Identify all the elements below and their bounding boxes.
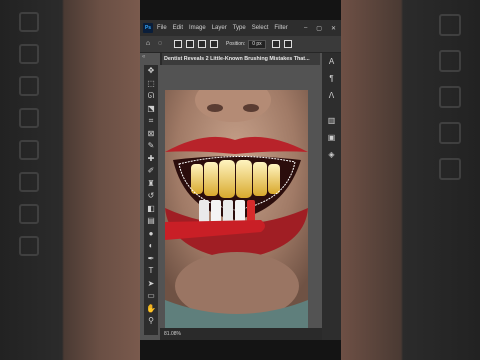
crop-tool-icon[interactable]: ⌗ [144, 115, 158, 128]
ghost-tool [439, 86, 461, 108]
ghost-tool [19, 12, 39, 32]
object-select-tool-icon[interactable]: ⬔ [144, 103, 158, 116]
ghost-tool [19, 172, 39, 192]
pen-tool-icon[interactable]: ✒ [144, 253, 158, 266]
path-select-icon[interactable]: ➤ [144, 278, 158, 291]
document-canvas[interactable] [165, 90, 308, 328]
background-blur-left [0, 0, 140, 360]
ghost-tool [19, 76, 39, 96]
new-selection-icon[interactable] [174, 40, 182, 48]
lasso-preset-icon[interactable]: ◌ [156, 40, 164, 48]
toolbox: ✥ ⬚ ᘏ ⬔ ⌗ ⊠ ✎ ✚ ✐ ♜ ↺ ◧ ▤ ● ◐ ✒ T ➤ ▭ ✋ ⚲ [144, 65, 158, 335]
collapse-left-icon[interactable]: « [142, 54, 145, 60]
canvas-artwork [165, 90, 308, 328]
tooth [268, 164, 280, 194]
window-controls: – ▢ ✕ [304, 25, 336, 32]
ghost-tool [439, 50, 461, 72]
paragraph-panel-icon[interactable]: ¶ [322, 70, 341, 87]
ghost-tool [439, 158, 461, 180]
intersect-selection-icon[interactable] [210, 40, 218, 48]
maximize-button[interactable]: ▢ [316, 25, 322, 32]
healing-brush-icon[interactable]: ✚ [144, 153, 158, 166]
position-label: Position: [226, 41, 246, 47]
home-icon[interactable]: ⌂ [144, 40, 152, 48]
feather-icon[interactable] [271, 40, 280, 48]
ghost-tool [19, 108, 39, 128]
anti-alias-icon[interactable] [283, 40, 292, 48]
nostril-right [243, 104, 259, 112]
eyedropper-tool-icon[interactable]: ✎ [144, 140, 158, 153]
document-tab-bar: Dentist Reveals 2 Little-Known Brushing … [160, 53, 320, 65]
zoom-level: 81.08% [164, 331, 181, 337]
blur-tool-icon[interactable]: ● [144, 228, 158, 241]
menu-image[interactable]: Image [189, 25, 206, 31]
frame-tool-icon[interactable]: ⊠ [144, 128, 158, 141]
glyphs-panel-icon[interactable]: ꓥ [322, 87, 341, 104]
hand-tool-icon[interactable]: ✋ [144, 303, 158, 316]
nostril-left [207, 104, 223, 112]
ghost-toolbar-left [12, 0, 46, 268]
tooth [191, 164, 203, 194]
background-blur-right [341, 0, 480, 360]
ghost-panel-right [430, 0, 470, 194]
photoshop-window: Ps File Edit Image Layer Type Select Fil… [140, 20, 341, 340]
move-tool-icon[interactable]: ✥ [144, 65, 158, 78]
app-logo-icon: Ps [143, 23, 153, 33]
options-bar: ⌂ ◌ Position: 0 px [140, 36, 341, 53]
right-panel-dock: A ¶ ꓥ ▥ ▣ ◈ [322, 53, 341, 340]
ghost-tool [19, 140, 39, 160]
tooth [253, 162, 267, 196]
menu-select[interactable]: Select [252, 25, 269, 31]
lasso-tool-icon[interactable]: ᘏ [144, 90, 158, 103]
ghost-tool [439, 14, 461, 36]
libraries-panel-icon[interactable]: ▥ [322, 112, 341, 129]
status-bar: 81.08% [160, 328, 322, 340]
tooth [219, 160, 235, 198]
dodge-tool-icon[interactable]: ◐ [144, 240, 158, 253]
brush-tool-icon[interactable]: ✐ [144, 165, 158, 178]
ghost-tool [439, 122, 461, 144]
position-input[interactable]: 0 px [248, 39, 266, 49]
minimize-button[interactable]: – [304, 25, 307, 32]
tooth [204, 162, 218, 196]
properties-panel-icon[interactable]: ▣ [322, 129, 341, 146]
ghost-tool [19, 236, 39, 256]
menu-file[interactable]: File [157, 25, 167, 31]
ghost-tool [19, 44, 39, 64]
menu-type[interactable]: Type [233, 25, 246, 31]
menu-bar: Ps File Edit Image Layer Type Select Fil… [140, 20, 341, 36]
clone-stamp-icon[interactable]: ♜ [144, 178, 158, 191]
shape-tool-icon[interactable]: ▭ [144, 290, 158, 303]
marquee-tool-icon[interactable]: ⬚ [144, 78, 158, 91]
menu-layer[interactable]: Layer [212, 25, 227, 31]
zoom-tool-icon[interactable]: ⚲ [144, 315, 158, 328]
history-brush-icon[interactable]: ↺ [144, 190, 158, 203]
menu-edit[interactable]: Edit [173, 25, 183, 31]
eraser-tool-icon[interactable]: ◧ [144, 203, 158, 216]
add-selection-icon[interactable] [186, 40, 194, 48]
tooth [236, 160, 252, 198]
type-tool-icon[interactable]: T [144, 265, 158, 278]
menu-filter[interactable]: Filter [274, 25, 287, 31]
layers-panel-icon[interactable]: ◈ [322, 146, 341, 163]
subtract-selection-icon[interactable] [198, 40, 206, 48]
document-tab[interactable]: Dentist Reveals 2 Little-Known Brushing … [162, 53, 320, 65]
ghost-tool [19, 204, 39, 224]
gradient-tool-icon[interactable]: ▤ [144, 215, 158, 228]
close-button[interactable]: ✕ [331, 25, 336, 32]
character-panel-icon[interactable]: A [322, 53, 341, 70]
